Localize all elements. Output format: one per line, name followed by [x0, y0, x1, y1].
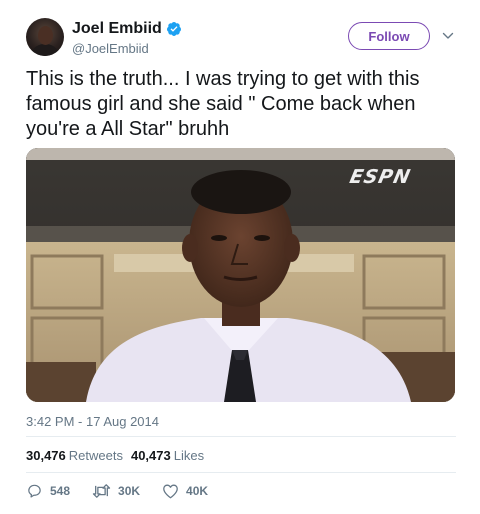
reply-button[interactable]: 548: [26, 483, 70, 499]
heart-icon: [163, 484, 178, 499]
retweet-icon: [92, 484, 111, 498]
reply-icon: [28, 484, 41, 498]
tweet-header: Joel Embiid @JoelEmbiid Follow: [26, 18, 456, 58]
avatar-face: [38, 26, 53, 45]
retweets-stat[interactable]: 30,476 Retweets: [26, 448, 123, 463]
verified-badge-icon: [166, 22, 181, 36]
likes-label: Likes: [173, 448, 205, 463]
likes-count: 40,473: [130, 448, 171, 463]
chevron-down-icon[interactable]: [442, 30, 454, 42]
like-count: 40K: [186, 484, 209, 498]
retweets-label: Retweets: [68, 448, 123, 463]
likes-stat[interactable]: 40,473 Likes: [131, 448, 204, 463]
like-button[interactable]: 40K: [162, 483, 208, 499]
follow-button[interactable]: Follow: [348, 22, 430, 50]
reply-count: 548: [50, 484, 71, 498]
tweet-stats: 30,476 Retweets 40,473 Likes: [26, 448, 204, 463]
avatar-shoulders: [30, 44, 60, 56]
user-names: Joel Embiid @JoelEmbiid: [72, 19, 182, 58]
user-handle[interactable]: @JoelEmbiid: [72, 40, 182, 58]
divider-top: [26, 436, 456, 437]
retweets-count: 30,476: [26, 448, 66, 463]
display-name[interactable]: Joel Embiid: [72, 19, 162, 39]
tweet-timestamp[interactable]: 3:42 PM - 17 Aug 2014: [26, 414, 159, 429]
tweet-actions: 548 30K 40K: [26, 483, 230, 499]
tweet-media-image[interactable]: ESPN: [26, 148, 455, 402]
retweet-button[interactable]: 30K: [92, 483, 140, 499]
avatar[interactable]: [26, 18, 64, 56]
espn-watermark: ESPN: [347, 166, 413, 188]
retweet-count: 30K: [118, 484, 141, 498]
tweet-text: This is the truth... I was trying to get…: [26, 68, 420, 140]
divider-bottom: [26, 472, 456, 473]
display-name-row[interactable]: Joel Embiid: [72, 19, 182, 39]
